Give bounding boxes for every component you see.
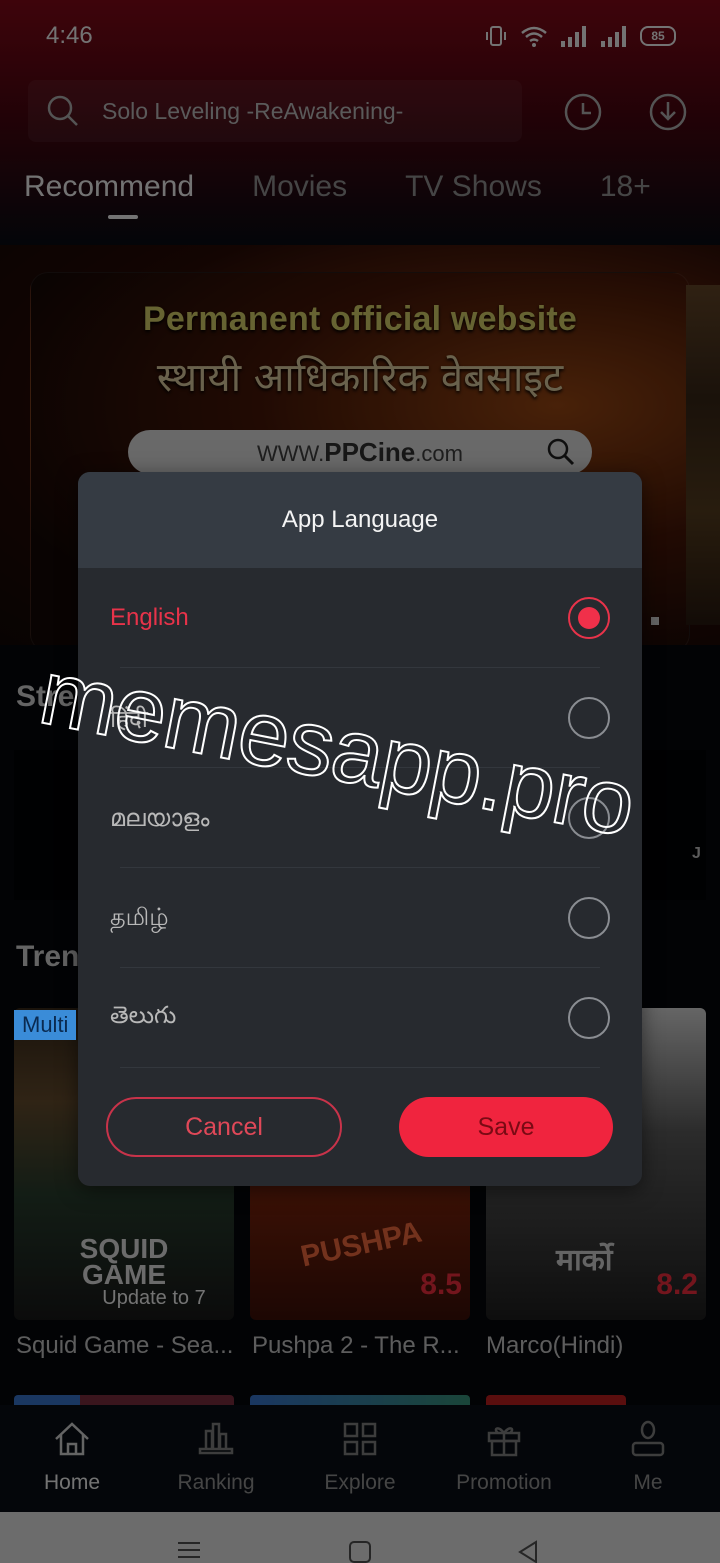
radio-button[interactable] (568, 997, 610, 1039)
language-option-hindi[interactable]: हिंदी (78, 668, 642, 768)
save-button[interactable]: Save (399, 1097, 613, 1157)
multi-badge: Multi (14, 1010, 77, 1040)
language-option-malayalam[interactable]: മലയാളം (78, 768, 642, 868)
language-option-tamil[interactable]: தமிழ் (78, 868, 642, 968)
dialog-header: App Language (78, 472, 642, 568)
radio-button[interactable] (568, 597, 610, 639)
language-option-telugu[interactable]: తెలుగు (78, 968, 642, 1068)
language-list: English हिंदी മലയാളം தமிழ் తెలుగు (78, 568, 642, 1068)
app-language-dialog: App Language English हिंदी മലയാളം தமிழ் … (78, 472, 642, 1186)
language-option-english[interactable]: English (78, 568, 642, 668)
cancel-button[interactable]: Cancel (106, 1097, 342, 1157)
radio-button[interactable] (568, 897, 610, 939)
dialog-title: App Language (281, 506, 439, 533)
radio-button[interactable] (568, 697, 610, 739)
radio-button[interactable] (568, 797, 610, 839)
